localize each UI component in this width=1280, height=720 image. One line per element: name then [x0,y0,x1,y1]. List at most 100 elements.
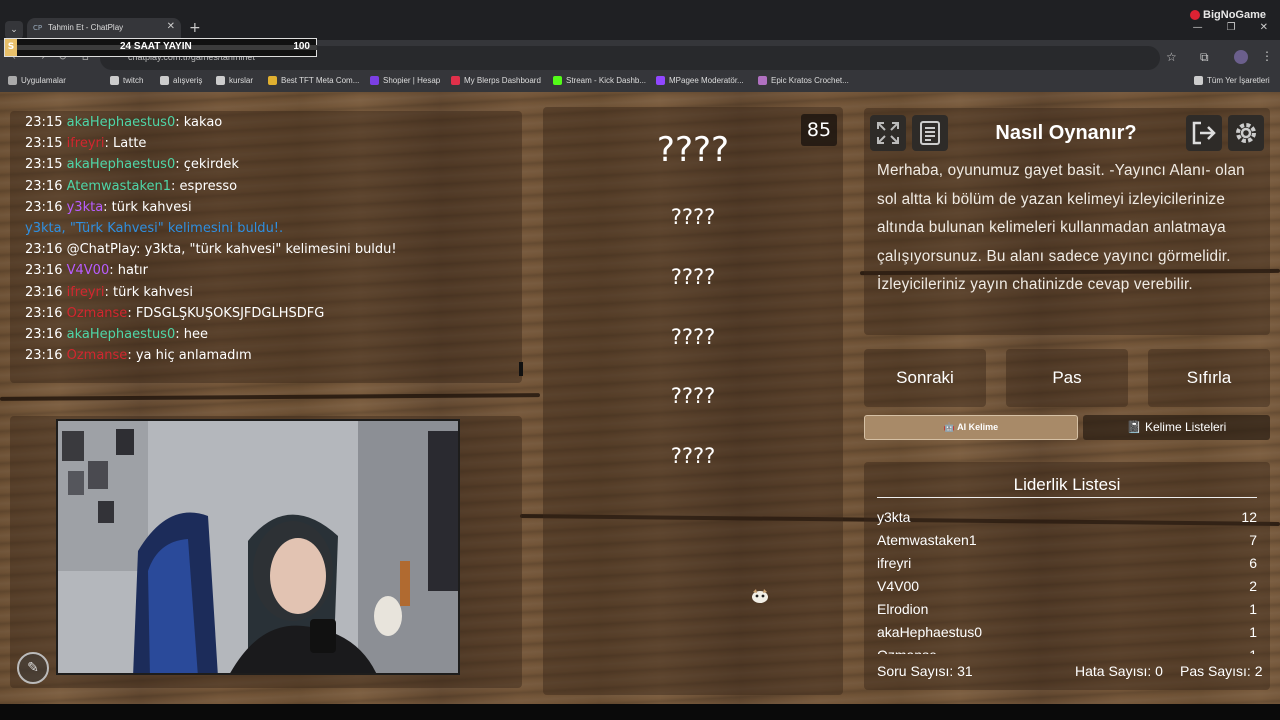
leaderboard-name: Atemwastaken1 [877,532,977,548]
banned-word: ???? [670,264,716,289]
expand-icon [877,122,899,144]
leaderboard-list[interactable]: y3kta 12 Atemwastaken1 7 ifreyri 6 V4V00 2 Elrod… [877,506,1257,654]
maximize-button[interactable]: ❐ [1227,22,1236,33]
leaderboard-name: ifreyri [877,555,912,571]
chat-text: : türk kahvesi [103,199,192,215]
bookmark-label: kurslar [229,76,254,85]
folder-icon [160,76,169,85]
extensions-icon[interactable]: ⧉ [1200,50,1209,65]
leaderboard-row: Ozmanse 1 [877,644,1257,654]
chat-username: ifreyri [66,284,105,300]
profile-avatar[interactable] [1234,50,1248,64]
new-tab-button[interactable]: + [189,20,201,36]
chat-text: : çekirdek [175,157,239,173]
banned-word: ???? [670,384,716,409]
menu-dots-icon[interactable]: ⋮ [1261,49,1273,63]
leaderboard-row: Elrodion 1 [877,598,1257,621]
exit-button[interactable] [1186,115,1222,151]
tab-ai-word-label: AI Kelime [957,422,999,432]
pass-count: Pas Sayısı: 2 [1180,663,1263,679]
leaderboard-score: 1 [1249,624,1257,640]
leaderboard-divider [877,497,1257,498]
banned-word: ???? [670,324,716,349]
chat-username: Atemwastaken1 [66,178,172,194]
chat-text: : türk kahvesi [104,284,193,300]
chat-username: Ozmanse [66,305,128,321]
bookmark-label: twitch [123,76,144,85]
leaderboard-name: Elrodion [877,601,929,617]
banned-word: ???? [670,444,716,469]
all-bookmarks-button[interactable]: Tüm Yer İşaretleri [1194,76,1270,85]
chat-username: akaHephaestus0 [66,115,176,130]
tab-word-lists[interactable]: 📓 Kelime Listeleri [1083,415,1270,440]
bookmark-item[interactable]: kurslar [216,76,253,85]
leaderboard-name: Ozmanse [877,647,937,654]
folder-icon [110,76,119,85]
tab-title: Tahmin Et - ChatPlay [48,23,124,32]
next-button[interactable]: Sonraki [864,349,986,407]
how-to-play-title: Nasıl Oynanır? [995,122,1137,144]
leaderboard-score: 1 [1249,647,1257,654]
fullscreen-button[interactable] [870,115,906,151]
stream-goal-bar: S 24 SAAT YAYIN 100 [4,38,317,57]
twitch-icon [656,76,665,85]
all-bookmarks-label: Tüm Yer İşaretleri [1207,76,1270,85]
leaderboard-name: y3kta [877,509,911,525]
leaderboard-score: 7 [1249,532,1257,548]
leaderboard-score: 12 [1241,509,1257,525]
chat-time: 23:16 [25,178,63,194]
leaderboard-name: akaHephaestus0 [877,624,983,640]
chat-time: 23:15 [25,115,63,130]
stream-bar-badge: S [5,39,17,56]
chat-text: : hee [175,327,208,342]
how-to-play-text: Merhaba, oyunumuz gayet basit. -Yayıncı … [877,162,1245,293]
browser-tab[interactable]: CP Tahmin Et - ChatPlay ✕ [27,18,181,40]
grid-icon [8,76,17,85]
close-window-button[interactable]: ✕ [1260,22,1268,33]
pass-button[interactable]: Pas [1006,349,1128,407]
bookmark-star-icon[interactable]: ☆ [1166,50,1177,64]
tab-search-button[interactable]: ⌄ [5,21,23,39]
reset-button[interactable]: Sıfırla [1148,349,1270,407]
crochet-icon [758,76,767,85]
bookmark-item[interactable]: Uygulamalar [8,76,66,85]
edit-pencil-button[interactable]: ✎ [17,652,49,684]
chat-time: 23:16 [25,199,63,215]
chat-message: 23:16 Atemwastaken1: espresso [25,179,237,194]
browser-tabbar: ⌄ CP Tahmin Et - ChatPlay ✕ + — ❐ ✕ [0,0,1280,40]
chat-message: 23:16 Ozmanse: ya hiç anlamadım [25,348,252,363]
bookmark-item[interactable]: Epic Kratos Crochet... [758,76,849,85]
leaderboard-row: V4V00 2 [877,575,1257,598]
chat-time: 23:16 [25,327,63,342]
tab-word-lists-label: Kelime Listeleri [1144,420,1227,434]
bookmark-item[interactable]: My Blerps Dashboard [451,76,541,85]
window-controls: — ❐ ✕ [1193,22,1268,33]
bookmark-item[interactable]: twitch [110,76,143,85]
banned-word: ???? [670,205,716,229]
chat-text: : ya hiç anlamadım [127,348,252,364]
bookmark-item[interactable]: Best TFT Meta Com... [268,76,359,85]
settings-button[interactable] [1228,115,1264,151]
robot-icon: 🤖 [943,422,958,432]
brand-logo-icon [1190,10,1201,20]
minimize-button[interactable]: — [1193,22,1203,33]
chat-message: 23:16 @ChatPlay: y3kta, "türk kahvesi" k… [25,242,397,257]
chat-username: @ChatPlay [66,242,137,258]
tab-ai-word[interactable]: 🤖 AI Kelime [864,415,1078,440]
webcam-feed [56,419,460,675]
notebook-icon: 📓 [1126,420,1145,434]
chat-time: 23:16 [25,284,63,300]
chat-message: 23:15 ifreyri: Latte [25,136,146,151]
tab-close-icon[interactable]: ✕ [167,21,175,32]
chat-scrollbar[interactable] [519,362,523,376]
chat-username: ifreyri [66,136,105,152]
exit-arrow-icon [1192,121,1216,145]
chat-username: akaHephaestus0 [66,327,176,342]
bookmark-item[interactable]: Shopier | Hesap [370,76,440,85]
chat-time: 23:16 [25,305,63,321]
bookmark-item[interactable]: Stream - Kick Dashb... [553,76,646,85]
notes-button[interactable] [912,115,948,151]
shopier-icon [370,76,379,85]
bookmark-item[interactable]: alışveriş [160,76,202,85]
bookmark-item[interactable]: MPagee Moderatör... [656,76,744,85]
